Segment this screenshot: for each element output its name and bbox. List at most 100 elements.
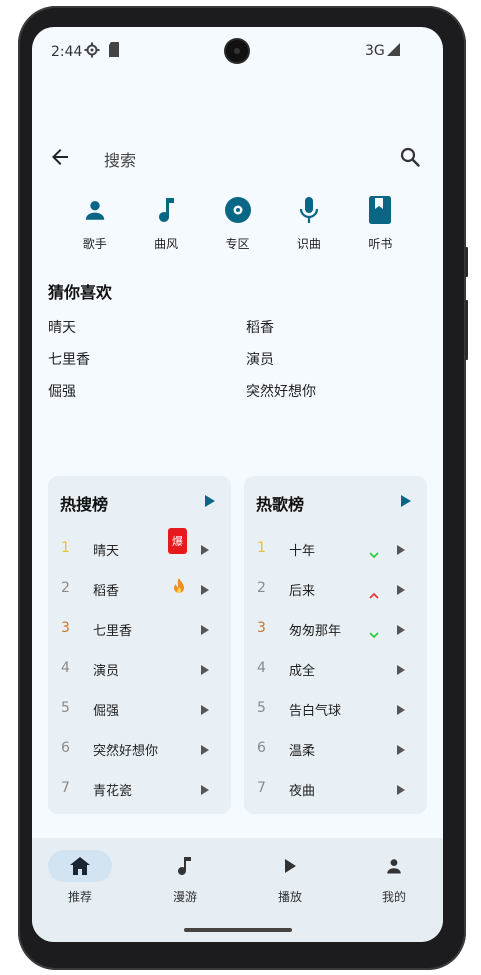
- row-play-icon[interactable]: [200, 581, 210, 600]
- microphone-icon: [297, 195, 321, 225]
- row-play-icon[interactable]: [396, 541, 406, 560]
- rank-number: 1: [257, 540, 266, 556]
- play-icon: [258, 850, 322, 882]
- guess-item[interactable]: 倔强: [48, 381, 76, 401]
- play-all-icon[interactable]: [204, 493, 216, 512]
- table-row[interactable]: 3 匆匆那年: [244, 612, 427, 652]
- row-play-icon[interactable]: [396, 581, 406, 600]
- table-row[interactable]: 4 演员: [48, 652, 231, 692]
- row-play-icon[interactable]: [200, 741, 210, 760]
- person-icon: [362, 850, 426, 882]
- category-row: 歌手 曲风 专区 识曲 听书: [59, 195, 416, 252]
- song-name: 稻香: [93, 584, 120, 599]
- table-row[interactable]: 5 倔强: [48, 692, 231, 732]
- category-zone[interactable]: 专区: [202, 195, 273, 252]
- table-row[interactable]: 3 七里香: [48, 612, 231, 652]
- row-play-icon[interactable]: [200, 701, 210, 720]
- row-play-icon[interactable]: [396, 701, 406, 720]
- category-audiobook[interactable]: 听书: [345, 195, 416, 252]
- row-play-icon[interactable]: [396, 661, 406, 680]
- table-row[interactable]: 2 后来: [244, 572, 427, 612]
- nav-label: 播放: [277, 890, 302, 904]
- nav-mine[interactable]: 我的: [359, 850, 429, 905]
- category-label: 歌手: [82, 237, 107, 251]
- rank-number: 3: [61, 620, 70, 636]
- guess-item[interactable]: 稻香: [246, 317, 274, 337]
- trend-down-icon: [369, 624, 379, 643]
- top-app-bar: 搜索: [32, 135, 443, 179]
- song-name: 匆匆那年: [289, 624, 342, 639]
- rank-number: 5: [257, 700, 266, 716]
- rank-number: 6: [61, 740, 70, 756]
- volume-button: [465, 300, 468, 360]
- rank-number: 4: [61, 660, 70, 676]
- table-row[interactable]: 1 十年: [244, 532, 427, 572]
- row-play-icon[interactable]: [396, 781, 406, 800]
- table-row[interactable]: 6 突然好想你: [48, 732, 231, 772]
- guess-item[interactable]: 晴天: [48, 317, 76, 337]
- song-name: 晴天: [93, 544, 120, 559]
- category-genre[interactable]: 曲风: [130, 195, 201, 252]
- guess-item[interactable]: 七里香: [48, 349, 90, 369]
- category-label: 听书: [368, 237, 393, 251]
- table-row[interactable]: 7 夜曲: [244, 772, 427, 812]
- nav-roam[interactable]: 漫游: [150, 850, 220, 905]
- back-arrow-icon[interactable]: [48, 145, 72, 173]
- table-row[interactable]: 2 稻香: [48, 572, 231, 612]
- hot-search-title: 热搜榜: [60, 495, 109, 514]
- hot-songs-card: 热歌榜 1 十年 2 后来 3 匆匆那年 4 成全 5 告白气球 6 温柔 7 …: [244, 476, 427, 814]
- table-row[interactable]: 6 温柔: [244, 732, 427, 772]
- fire-icon: [172, 578, 186, 598]
- status-time: 2:44: [51, 44, 83, 60]
- home-icon: [48, 850, 112, 882]
- nav-label: 推荐: [67, 890, 92, 904]
- row-play-icon[interactable]: [200, 661, 210, 680]
- network-type: 3G: [365, 43, 385, 59]
- rank-number: 5: [61, 700, 70, 716]
- row-play-icon[interactable]: [200, 621, 210, 640]
- sd-card-icon: [108, 42, 120, 61]
- song-name: 夜曲: [289, 784, 316, 799]
- rank-number: 2: [257, 580, 266, 596]
- table-row[interactable]: 4 成全: [244, 652, 427, 692]
- song-name: 十年: [289, 544, 316, 559]
- nav-recommend[interactable]: 推荐: [45, 850, 115, 905]
- book-icon: [368, 195, 392, 225]
- rank-number: 3: [257, 620, 266, 636]
- disc-icon: [224, 195, 252, 225]
- guess-item[interactable]: 突然好想你: [246, 381, 316, 401]
- bottom-navigation: 推荐 漫游 播放 我的: [32, 838, 443, 942]
- guess-item[interactable]: 演员: [246, 349, 274, 369]
- song-name: 七里香: [93, 624, 133, 639]
- power-button: [465, 247, 468, 277]
- rank-number: 7: [257, 780, 266, 796]
- nav-label: 漫游: [172, 890, 197, 904]
- play-all-icon[interactable]: [400, 493, 412, 512]
- app-screen: 2:44 3G 搜索 歌手 曲风 专区 识曲 听书 猜你喜欢 晴天 稻香 七里香…: [32, 27, 443, 942]
- row-play-icon[interactable]: [200, 541, 210, 560]
- table-row[interactable]: 1 晴天 爆: [48, 528, 231, 572]
- row-play-icon[interactable]: [200, 781, 210, 800]
- hot-search-card: 热搜榜 1 晴天 爆 2 稻香 3 七里香 4 演员 5 倔强 6 突然好想你 …: [48, 476, 231, 814]
- front-camera: [226, 40, 248, 62]
- song-name: 突然好想你: [93, 744, 159, 759]
- category-label: 专区: [225, 237, 250, 251]
- category-recognize[interactable]: 识曲: [273, 195, 344, 252]
- song-name: 成全: [289, 664, 316, 679]
- row-play-icon[interactable]: [396, 741, 406, 760]
- row-play-icon[interactable]: [396, 621, 406, 640]
- person-icon: [82, 195, 108, 225]
- table-row[interactable]: 7 青花瓷: [48, 772, 231, 812]
- rank-number: 6: [257, 740, 266, 756]
- music-note-icon: [154, 195, 178, 225]
- category-singer[interactable]: 歌手: [59, 195, 130, 252]
- search-icon[interactable]: [398, 145, 422, 173]
- rank-number: 7: [61, 780, 70, 796]
- trend-down-icon: [369, 544, 379, 563]
- trend-up-icon: [369, 584, 379, 603]
- table-row[interactable]: 5 告白气球: [244, 692, 427, 732]
- gesture-home-bar[interactable]: [184, 928, 292, 932]
- page-title[interactable]: 搜索: [104, 147, 136, 171]
- song-name: 演员: [93, 664, 120, 679]
- nav-play[interactable]: 播放: [255, 850, 325, 905]
